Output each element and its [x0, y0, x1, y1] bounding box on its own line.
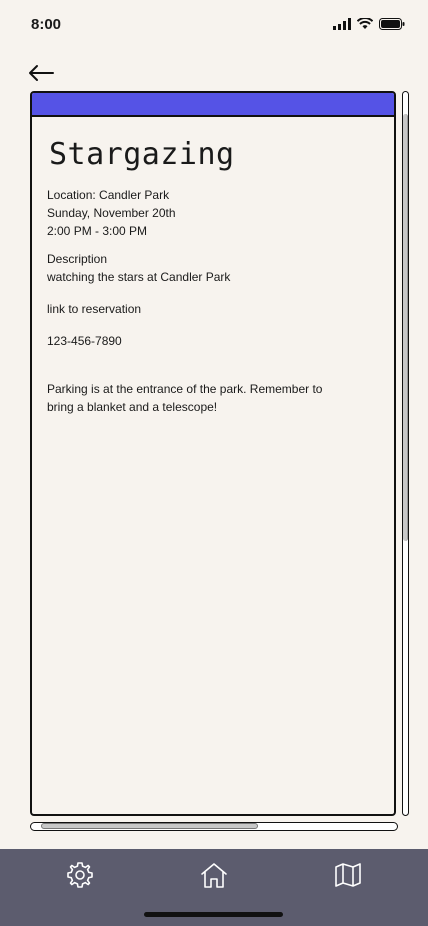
vertical-scroll-thumb[interactable]	[403, 114, 408, 541]
event-location: Location: Candler Park	[47, 188, 170, 202]
signal-icon	[333, 18, 351, 30]
card-body: Stargazing Location: Candler Park Sunday…	[32, 117, 394, 416]
status-time: 8:00	[31, 16, 62, 33]
event-time: 2:00 PM - 3:00 PM	[47, 224, 148, 238]
home-indicator	[144, 912, 283, 917]
event-date: Sunday, November 20th	[47, 206, 176, 220]
horizontal-scrollbar[interactable]	[30, 822, 398, 831]
bottom-tab-bar	[0, 849, 428, 926]
status-bar: 8:00	[0, 0, 428, 50]
arrow-left-icon[interactable]	[26, 60, 56, 86]
event-card: Stargazing Location: Candler Park Sunday…	[30, 91, 396, 816]
status-icons	[333, 18, 405, 30]
vertical-scrollbar[interactable]	[402, 91, 409, 816]
gear-icon[interactable]	[65, 860, 95, 890]
home-icon[interactable]	[199, 860, 229, 890]
horizontal-scroll-thumb[interactable]	[41, 823, 258, 829]
description-label: Description	[47, 252, 108, 266]
card-header	[32, 93, 394, 117]
event-note-line-1: Parking is at the entrance of the park. …	[47, 382, 323, 396]
event-note-line-2: bring a blanket and a telescope!	[47, 400, 218, 414]
event-phone: 123-456-7890	[47, 334, 122, 348]
event-description: watching the stars at Candler Park	[47, 270, 231, 284]
event-title: Stargazing	[49, 137, 235, 172]
battery-icon	[379, 18, 405, 30]
reservation-link[interactable]: link to reservation	[47, 300, 379, 318]
wifi-icon	[357, 18, 373, 29]
map-icon[interactable]	[333, 860, 363, 890]
